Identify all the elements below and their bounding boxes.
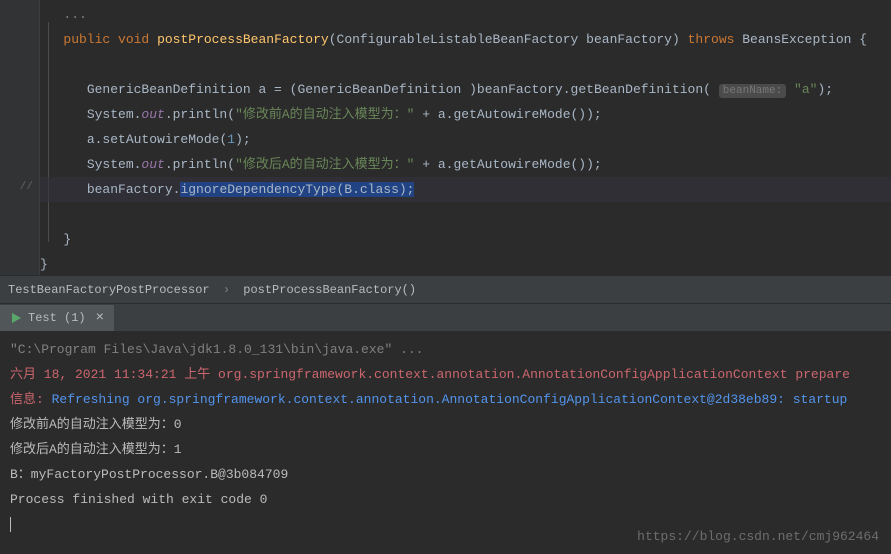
console-tab[interactable]: Test (1) × — [0, 305, 114, 331]
code-line[interactable]: ... — [40, 2, 891, 27]
watermark: https://blog.csdn.net/cmj962464 — [637, 529, 879, 544]
console-line: B：myFactoryPostProcessor.B@3b084709 — [10, 462, 881, 487]
gutter-comment: // — [0, 175, 39, 200]
breadcrumb-separator: › — [223, 283, 230, 297]
code-line[interactable] — [40, 202, 891, 227]
code-line[interactable]: } — [40, 252, 891, 277]
gutter-row — [0, 0, 39, 25]
code-editor[interactable]: // ... public void postProcessBeanFactor… — [0, 0, 891, 275]
breadcrumb-method[interactable]: postProcessBeanFactory() — [243, 283, 416, 297]
breadcrumb-class[interactable]: TestBeanFactoryPostProcessor — [8, 283, 210, 297]
console-line: 修改后A的自动注入模型为：1 — [10, 437, 881, 462]
code-area[interactable]: ... public void postProcessBeanFactory(C… — [40, 2, 891, 277]
console-output[interactable]: "C:\Program Files\Java\jdk1.8.0_131\bin\… — [0, 331, 891, 553]
gutter-row — [0, 50, 39, 75]
code-line[interactable]: public void postProcessBeanFactory(Confi… — [40, 27, 891, 52]
param-hint: beanName: — [719, 84, 786, 98]
code-line[interactable]: System.out.println("修改前A的自动注入模型为：" + a.g… — [40, 102, 891, 127]
code-line-selected[interactable]: beanFactory.ignoreDependencyType(B.class… — [40, 177, 891, 202]
gutter-row — [0, 75, 39, 100]
gutter: // — [0, 0, 40, 275]
selected-text[interactable]: ignoreDependencyType(B.class); — [180, 182, 414, 197]
run-icon — [10, 312, 22, 324]
gutter-row — [0, 25, 39, 50]
console-line: 六月 18, 2021 11:34:21 上午 org.springframew… — [10, 362, 881, 387]
code-line[interactable]: System.out.println("修改后A的自动注入模型为：" + a.g… — [40, 152, 891, 177]
breadcrumb[interactable]: TestBeanFactoryPostProcessor › postProce… — [0, 275, 891, 303]
code-line[interactable]: } — [40, 227, 891, 252]
gutter-row — [0, 125, 39, 150]
close-icon[interactable]: × — [92, 305, 104, 331]
gutter-row — [0, 150, 39, 175]
console-line: 信息: Refreshing org.springframework.conte… — [10, 387, 881, 412]
caret — [10, 517, 11, 532]
tab-label: Test (1) — [28, 305, 86, 331]
console-line: Process finished with exit code 0 — [10, 487, 881, 512]
code-line[interactable]: GenericBeanDefinition a = (GenericBeanDe… — [40, 77, 891, 102]
code-line[interactable] — [40, 52, 891, 77]
console-line: 修改前A的自动注入模型为：0 — [10, 412, 881, 437]
gutter-row — [0, 100, 39, 125]
console-line: "C:\Program Files\Java\jdk1.8.0_131\bin\… — [10, 337, 881, 362]
code-line[interactable]: a.setAutowireMode(1); — [40, 127, 891, 152]
console-tab-bar: Test (1) × — [0, 303, 891, 331]
